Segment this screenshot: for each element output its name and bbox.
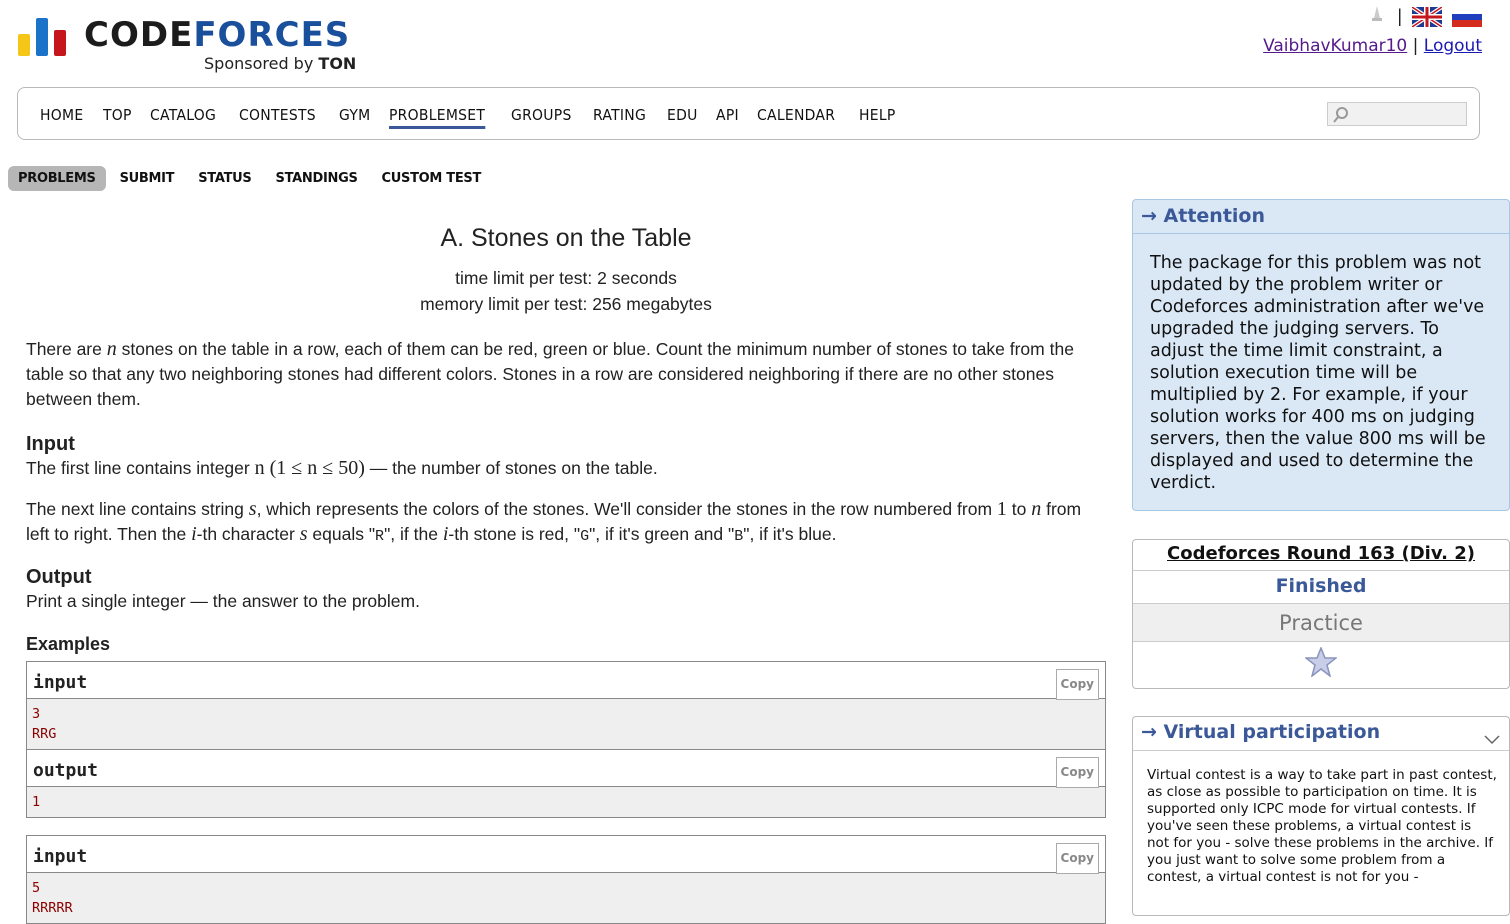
menu-item-gym[interactable]: GYM: [339, 106, 370, 129]
menu-item-home[interactable]: HOME: [40, 106, 83, 129]
menu-item-catalog[interactable]: CATALOG: [150, 106, 216, 129]
russian-flag-icon[interactable]: [1452, 6, 1482, 27]
logout-link[interactable]: Logout: [1424, 36, 1482, 56]
main-menu: HOME TOP CATALOG CONTESTS GYM PROBLEMSET…: [17, 87, 1480, 140]
attention-title: → Attention: [1133, 200, 1509, 234]
menu-item-top[interactable]: TOP: [103, 106, 132, 129]
copy-button[interactable]: Copy: [1055, 757, 1099, 788]
virtual-title: → Virtual participation: [1133, 717, 1509, 751]
tab-status[interactable]: STATUS: [188, 166, 261, 191]
input-heading: Input: [26, 433, 75, 455]
user-links: VaibhavKumar10 | Logout: [1263, 36, 1482, 56]
codeforces-logo[interactable]: CODEFORCES Sponsored by TON: [16, 12, 376, 76]
menu-item-edu[interactable]: EDU: [667, 106, 698, 129]
menu-item-api[interactable]: API: [716, 106, 739, 129]
contest-phase: Practice: [1133, 604, 1509, 642]
sample-output-label: output: [33, 760, 99, 781]
username-link[interactable]: VaibhavKumar10: [1263, 36, 1407, 56]
menu-item-problemset[interactable]: PROBLEMSET: [389, 106, 486, 129]
star-icon[interactable]: [1303, 645, 1339, 682]
chevron-down-icon[interactable]: [1483, 729, 1501, 751]
virtual-participation-box: → Virtual participation Virtual contest …: [1132, 716, 1510, 916]
tab-standings[interactable]: STANDINGS: [266, 166, 368, 191]
contest-status: Finished: [1133, 571, 1509, 604]
language-switcher: |: [1367, 4, 1482, 29]
example-2: input Copy 5 RRRRR: [26, 835, 1106, 924]
sponsor-text: Sponsored by TON: [204, 54, 357, 73]
menu-item-groups[interactable]: GROUPS: [511, 106, 572, 129]
sample-input-header: input Copy: [27, 836, 1105, 874]
tab-submit[interactable]: SUBMIT: [110, 166, 185, 191]
sample-input[interactable]: 5 RRRRR: [27, 873, 1105, 923]
problemset-tabs: PROBLEMS SUBMIT STATUS STANDINGS CUSTOM …: [8, 166, 491, 191]
logo-bars-icon: [16, 12, 72, 56]
menu-item-help[interactable]: HELP: [859, 106, 896, 129]
problem-legend: There are n stones on the table in a row…: [26, 338, 1074, 409]
time-limit: time limit per test: 2 seconds: [455, 268, 677, 288]
user-separator: |: [1412, 36, 1419, 56]
contest-name-link[interactable]: Codeforces Round 163 (Div. 2): [1133, 540, 1509, 571]
problem-statement: A. Stones on the Table time limit per te…: [26, 220, 1106, 924]
problem-title: A. Stones on the Table: [440, 224, 692, 252]
menu-item-rating[interactable]: RATING: [593, 106, 646, 129]
sample-output-header: output Copy: [27, 750, 1105, 788]
copy-button[interactable]: Copy: [1055, 669, 1099, 700]
output-spec: Print a single integer — the answer to t…: [26, 591, 420, 611]
sample-input[interactable]: 3 RRG: [27, 699, 1105, 750]
memory-limit: memory limit per test: 256 megabytes: [420, 294, 712, 314]
search-input[interactable]: [1327, 102, 1467, 126]
attention-text: The package for this problem was not upd…: [1150, 253, 1486, 493]
examples-heading: Examples: [26, 634, 111, 654]
example-1: input Copy 3 RRG output Copy 1: [26, 661, 1106, 818]
english-flag-icon[interactable]: [1410, 4, 1444, 29]
virtual-text: Virtual contest is a way to take part in…: [1147, 767, 1497, 885]
sample-input-label: input: [33, 846, 88, 867]
tab-custom-test[interactable]: CUSTOM TEST: [372, 166, 492, 191]
output-heading: Output: [26, 566, 92, 588]
menu-item-contests[interactable]: CONTESTS: [239, 106, 316, 129]
search-icon: [1332, 106, 1350, 129]
contest-info-box: Codeforces Round 163 (Div. 2) Finished P…: [1132, 539, 1510, 689]
sample-input-label: input: [33, 672, 88, 693]
input-spec-line1: The first line contains integer n (1 ≤ n…: [26, 457, 658, 479]
attention-box: → Attention The package for this problem…: [1132, 199, 1510, 511]
input-spec-line2: The next line contains string s, which r…: [26, 498, 1082, 545]
tab-problems[interactable]: PROBLEMS: [8, 166, 106, 191]
header-separator: |: [1397, 6, 1402, 26]
logo-wordmark: CODEFORCES: [84, 15, 351, 55]
copy-button[interactable]: Copy: [1055, 843, 1099, 874]
bell-icon[interactable]: [1367, 4, 1387, 29]
sample-output[interactable]: 1: [27, 787, 1105, 817]
sample-input-header: input Copy: [27, 662, 1105, 700]
menu-item-calendar[interactable]: CALENDAR: [757, 106, 835, 129]
